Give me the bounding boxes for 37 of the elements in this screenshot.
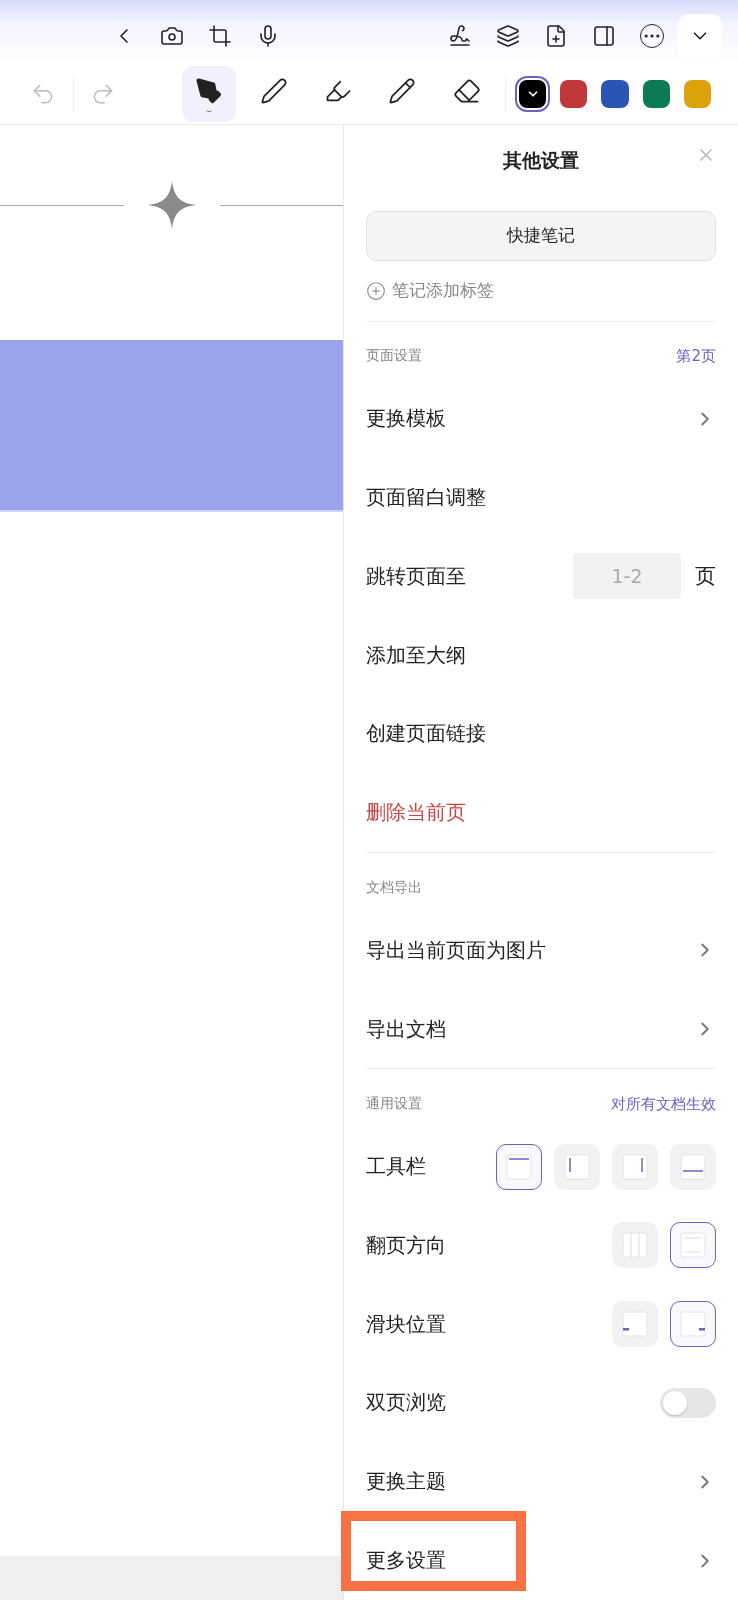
setting-label: 跳转页面至	[366, 562, 466, 590]
section-note: 第2页	[676, 346, 716, 366]
color-swatch[interactable]	[601, 80, 629, 108]
fountain-pen-icon	[195, 76, 224, 105]
setting-label: 翻页方向	[366, 1231, 446, 1259]
section-title: 文档导出	[366, 878, 422, 897]
section-title: 通用设置	[366, 1095, 422, 1114]
setting-label: 更换主题	[366, 1468, 446, 1496]
add-icon	[366, 280, 386, 301]
page-number-field[interactable]: 1-2	[573, 553, 681, 600]
setting-label: 更多设置	[366, 1547, 446, 1574]
color-swatch[interactable]	[642, 80, 670, 108]
pencil-icon	[388, 76, 417, 105]
setting-label: 删除当前页	[366, 799, 466, 827]
pen-icon	[259, 76, 288, 105]
setting-label: 页面留白调整	[366, 484, 486, 511]
setting-label: 工具栏	[366, 1153, 426, 1181]
panel-title: 其他设置	[503, 147, 579, 173]
setting-label: 滑块位置	[366, 1310, 446, 1338]
unit-label: 页	[695, 563, 716, 591]
layout-option[interactable]	[496, 1143, 542, 1190]
layout-option[interactable]	[670, 1301, 716, 1348]
setting-label: 更换模板	[366, 405, 446, 433]
color-swatch[interactable]	[560, 80, 588, 108]
layout-option[interactable]	[670, 1222, 716, 1269]
setting-label: 导出当前页面为图片	[366, 936, 546, 964]
section-title: 页面设置	[366, 347, 422, 366]
setting-label: 导出文档	[366, 1015, 446, 1043]
setting-label: 添加至大纲	[366, 641, 466, 669]
quick-note-button[interactable]: 快捷笔记	[366, 210, 716, 261]
setting-label: 创建页面链接	[366, 720, 486, 748]
setting-label: 双页浏览	[366, 1389, 446, 1417]
fountain-pen-tool[interactable]	[182, 66, 237, 122]
color-swatch[interactable]	[683, 80, 711, 108]
toggle-switch[interactable]	[660, 1387, 716, 1418]
section-note: 对所有文档生效	[611, 1094, 716, 1114]
add-tag-link[interactable]: 笔记添加标签	[392, 279, 494, 303]
